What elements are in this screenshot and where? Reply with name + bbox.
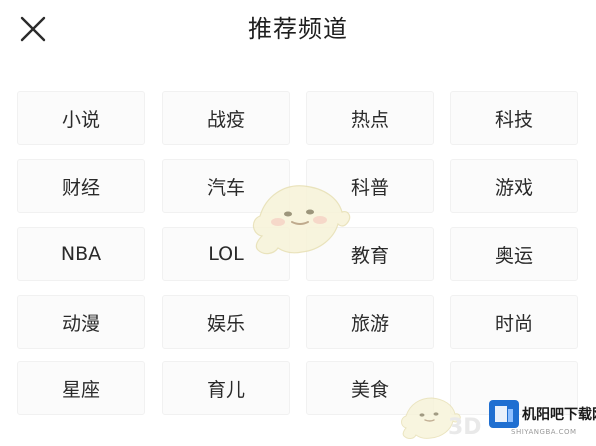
- header-bar: 推荐频道: [0, 0, 596, 60]
- watermark-brand-text: 机阳吧下载网: [522, 407, 596, 423]
- channel-chip[interactable]: 科技: [450, 91, 578, 145]
- watermark-domain-text: SHIYANGBA.COM: [511, 428, 577, 436]
- channel-chip[interactable]: NBA: [17, 227, 145, 281]
- recommended-channels-screen: 推荐频道 小说 战疫 热点 科技 财经 汽车 科普 游戏 NBA LOL 教育 …: [0, 0, 596, 446]
- channel-chip[interactable]: 动漫: [17, 295, 145, 349]
- watermark-3d-text: 3D: [448, 415, 482, 440]
- page-title: 推荐频道: [248, 15, 348, 43]
- channel-chip[interactable]: 星座: [17, 361, 145, 415]
- channel-chip[interactable]: 游戏: [450, 159, 578, 213]
- watermark-logo-icon: [489, 400, 519, 428]
- channel-chip[interactable]: 热点: [306, 91, 434, 145]
- watermark-badge: 机阳吧下载网: [489, 398, 596, 430]
- channel-chip[interactable]: 育儿: [162, 361, 290, 415]
- channel-chip[interactable]: 财经: [17, 159, 145, 213]
- channel-chip[interactable]: 时尚: [450, 295, 578, 349]
- channel-chip[interactable]: 旅游: [306, 295, 434, 349]
- channel-chip[interactable]: 战疫: [162, 91, 290, 145]
- channel-chip[interactable]: 小说: [17, 91, 145, 145]
- channel-chip[interactable]: 奥运: [450, 227, 578, 281]
- channel-chip[interactable]: 娱乐: [162, 295, 290, 349]
- mascot-watermark-icon: [252, 185, 351, 255]
